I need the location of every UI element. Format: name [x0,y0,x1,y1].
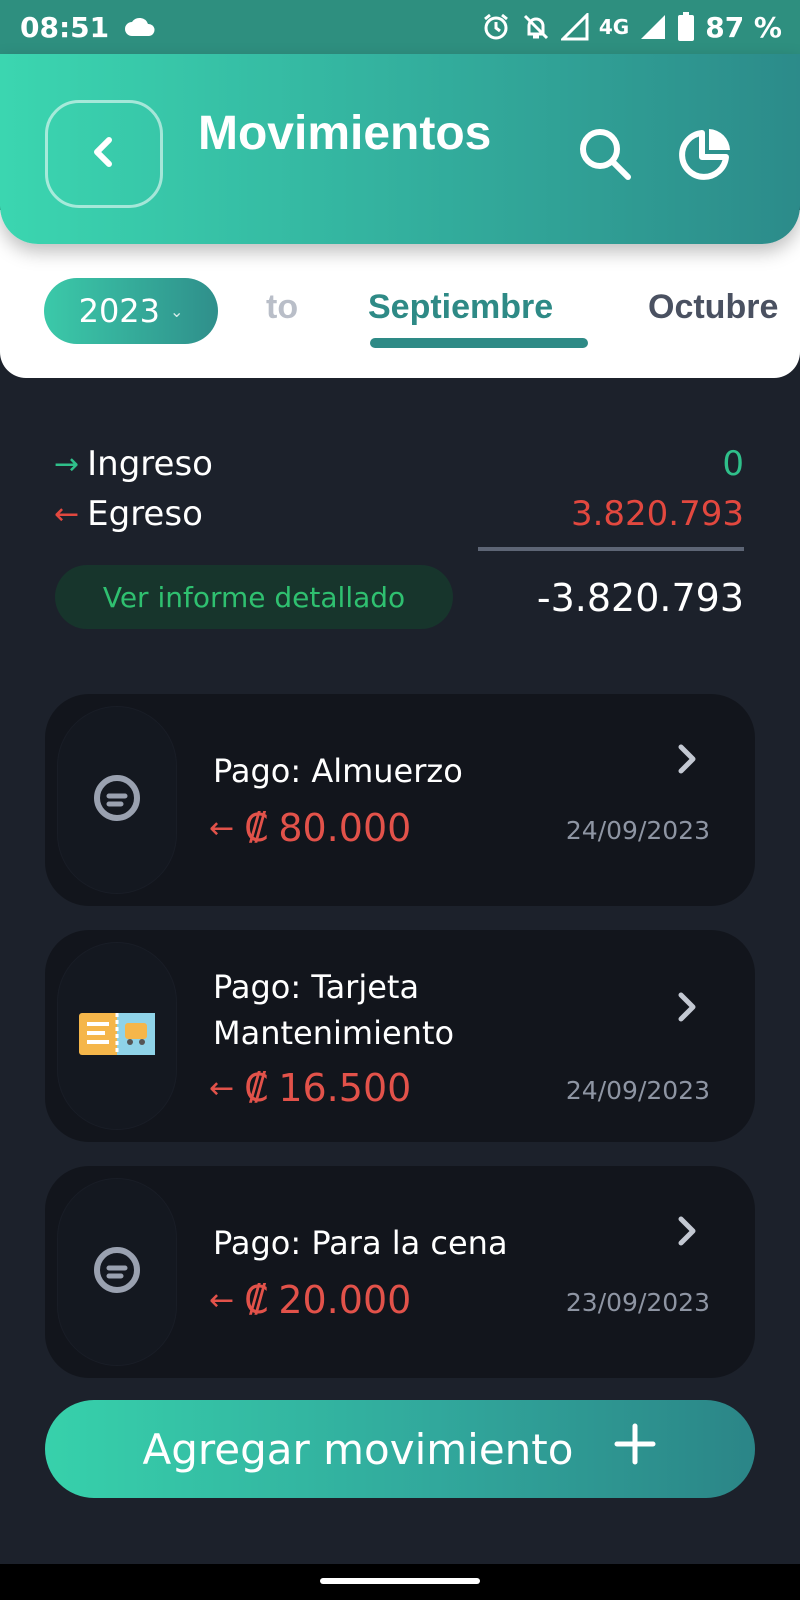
amount-value: 16.500 [278,1066,412,1110]
transaction-amount: ← ₡ 20.000 [209,1278,411,1322]
transaction-icon-container [57,942,177,1130]
pie-chart-icon [676,125,734,187]
tab-octubre[interactable]: Octubre [648,288,778,327]
transaction-card[interactable]: Pago: Almuerzo ← ₡ 80.000 24/09/2023 [45,694,755,906]
battery-icon [677,12,695,42]
amount-value: 20.000 [278,1278,412,1322]
system-navigation-bar [0,1564,800,1600]
home-gesture-handle[interactable] [320,1578,480,1584]
year-dropdown[interactable]: 2023 ⌄ [44,278,218,344]
chevron-down-icon: ⌄ [170,301,184,321]
transaction-date: 24/09/2023 [565,1076,710,1105]
search-icon [576,125,634,187]
transaction-amount: ← ₡ 16.500 [209,1066,411,1110]
back-arrow-icon [84,132,124,176]
divider [478,547,744,551]
detailed-report-button[interactable]: Ver informe detallado [55,565,453,629]
alarm-icon [481,12,511,42]
transaction-date: 24/09/2023 [565,816,710,845]
tab-to[interactable]: to [266,288,298,327]
tab-septiembre[interactable]: Septiembre [368,288,553,327]
battery-level: 87 % [705,10,782,44]
currency-symbol: ₡ [244,806,269,850]
signal-icon [560,13,589,41]
search-button[interactable] [575,126,635,186]
chevron-right-icon [674,990,700,1028]
income-label: Ingreso [87,444,213,484]
note-icon [93,1246,141,1298]
app-header: Movimientos [0,54,800,244]
transaction-amount: ← ₡ 80.000 [209,806,411,850]
expense-value: 3.820.793 [570,494,744,534]
add-movement-label: Agregar movimiento [142,1424,574,1474]
transaction-icon-container [57,706,177,894]
currency-symbol: ₡ [244,1278,269,1322]
transaction-title: Pago: Tarjeta Mantenimiento [213,968,455,1052]
chevron-right-icon [674,742,700,780]
year-value: 2023 [78,292,161,330]
bus-ticket-icon [77,1009,157,1063]
net-balance: -3.820.793 [536,576,744,620]
expense-arrow-icon: ← [209,1070,235,1106]
transaction-card[interactable]: Pago: Para la cena ← ₡ 20.000 23/09/2023 [45,1166,755,1378]
page-title: Movimientos [198,107,492,160]
balance-summary: → Ingreso 0 ← Egreso 3.820.793 Ver infor… [0,430,800,650]
currency-symbol: ₡ [244,1066,269,1110]
transaction-title: Pago: Almuerzo [213,752,463,790]
expense-arrow-icon: ← [54,496,80,532]
expense-arrow-icon: ← [209,810,235,846]
plus-icon [613,1422,657,1476]
statistics-button[interactable] [675,126,735,186]
cloud-icon [123,16,157,38]
amount-value: 80.000 [278,806,412,850]
chevron-right-icon [674,1214,700,1252]
income-value: 0 [722,444,744,484]
network-type: 4G [598,15,630,39]
income-arrow-icon: → [54,446,80,482]
transaction-icon-container [57,1178,177,1366]
status-time: 08:51 [20,10,110,44]
active-tab-indicator [370,338,588,348]
transaction-title: Pago: Para la cena [213,1224,508,1262]
add-movement-button[interactable]: Agregar movimiento [45,1400,755,1498]
transaction-date: 23/09/2023 [565,1288,710,1317]
expense-arrow-icon: ← [209,1282,235,1318]
back-button[interactable] [45,100,163,208]
expense-label: Egreso [87,494,203,534]
notifications-off-icon [521,12,551,42]
signal-icon [639,13,667,41]
transaction-card[interactable]: Pago: Tarjeta Mantenimiento ← ₡ 16.500 2… [45,930,755,1142]
status-bar: 08:51 4G 87 % [0,0,800,54]
note-icon [93,774,141,826]
